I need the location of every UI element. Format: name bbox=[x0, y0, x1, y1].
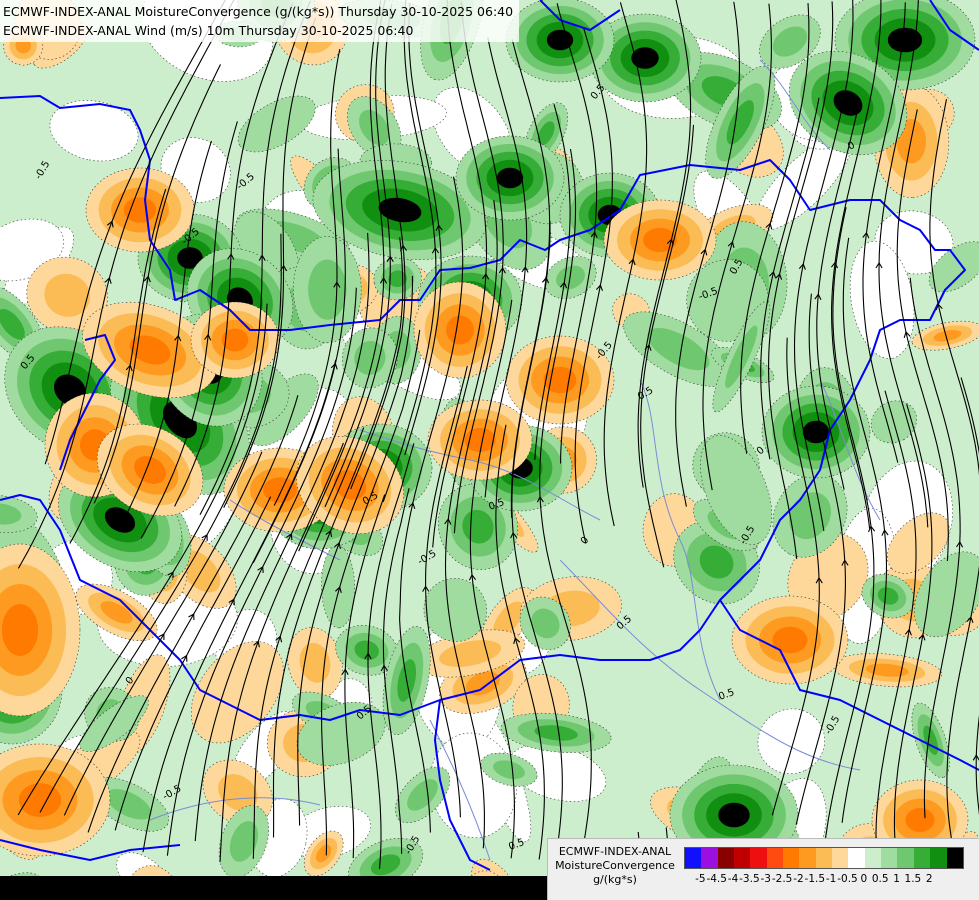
legend-tick: -4.5 bbox=[706, 873, 727, 885]
legend-swatch bbox=[750, 848, 767, 868]
legend-swatch bbox=[881, 848, 898, 868]
bottom-edge-band bbox=[0, 876, 548, 900]
legend-tick: -2 bbox=[793, 873, 804, 885]
legend-swatch bbox=[783, 848, 800, 868]
convergence-patch bbox=[496, 167, 524, 189]
weather-map: -0.50.5-0.50-0.50.5-0.500.50.5-0.500.5-0… bbox=[0, 0, 979, 900]
convergence-patch bbox=[887, 27, 923, 53]
moisture-convergence-field bbox=[0, 0, 979, 900]
legend-swatch bbox=[799, 848, 816, 868]
convergence-patch bbox=[802, 420, 830, 444]
legend-swatch bbox=[734, 848, 751, 868]
legend-tick: 1 bbox=[893, 873, 900, 885]
legend-swatch bbox=[897, 848, 914, 868]
legend-tick: 0.5 bbox=[871, 873, 889, 885]
legend-tick: -3.5 bbox=[739, 873, 760, 885]
legend-tick: -0.5 bbox=[837, 873, 858, 885]
legend-tick: 2 bbox=[925, 873, 933, 885]
legend-swatch bbox=[815, 848, 833, 868]
convergence-patch bbox=[718, 802, 750, 828]
title-line-wind: ECMWF-INDEX-ANAL Wind (m/s) 10m Thursday… bbox=[3, 23, 414, 38]
map-title-box: ECMWF-INDEX-ANAL MoistureConvergence (g/… bbox=[0, 0, 520, 42]
legend-title-model: ECMWF-INDEX-ANAL bbox=[558, 845, 672, 858]
legend-tick: 0 bbox=[860, 873, 868, 885]
legend-swatch bbox=[701, 848, 718, 868]
legend-title-parameter: MoistureConvergence bbox=[555, 859, 675, 872]
legend-swatch bbox=[717, 848, 735, 868]
legend-tick: -3 bbox=[760, 873, 771, 885]
legend-tick: -4 bbox=[727, 873, 739, 885]
convergence-patch bbox=[446, 315, 474, 345]
legend-swatch bbox=[832, 848, 849, 868]
convergence-patch bbox=[905, 807, 935, 833]
legend-swatch bbox=[848, 848, 865, 868]
convergence-patch bbox=[1, 604, 39, 656]
legend-swatch bbox=[766, 848, 784, 868]
legend-tick: -1.5 bbox=[804, 873, 826, 885]
colorbar-legend: ECMWF-INDEX-ANAL MoistureConvergence g/(… bbox=[547, 838, 979, 900]
legend-swatch bbox=[864, 848, 882, 868]
map-viewport: -0.5 0.5 -0.5 0 -0.5 0.5 -0.5 0 0.5 0.5 -0.5 0 0.5 -0… bbox=[0, 0, 979, 900]
legend-tick-labels: -5 -4.5 -4 -3.5 -3 -2.5 -2 -1.5 -1 -0.5 0 0.5 1 1.5 2 bbox=[684, 873, 978, 889]
legend-swatch bbox=[685, 848, 702, 868]
legend-title: ECMWF-INDEX-ANAL MoistureConvergence g/(… bbox=[548, 845, 682, 887]
legend-swatch bbox=[930, 848, 947, 868]
convergence-patch bbox=[263, 477, 297, 503]
legend-tick: 1.5 bbox=[904, 873, 922, 885]
legend-swatch bbox=[913, 848, 931, 868]
legend-tick: -5 bbox=[695, 873, 706, 885]
convergence-patch bbox=[123, 197, 157, 223]
legend-tick: -1 bbox=[825, 873, 837, 885]
title-line-moisture: ECMWF-INDEX-ANAL MoistureConvergence (g/… bbox=[3, 4, 514, 19]
legend-tick: -2.5 bbox=[771, 873, 793, 885]
legend-unit: g/(kg*s) bbox=[593, 873, 637, 886]
legend-swatch bbox=[946, 848, 963, 868]
legend-color-bar bbox=[684, 847, 964, 869]
